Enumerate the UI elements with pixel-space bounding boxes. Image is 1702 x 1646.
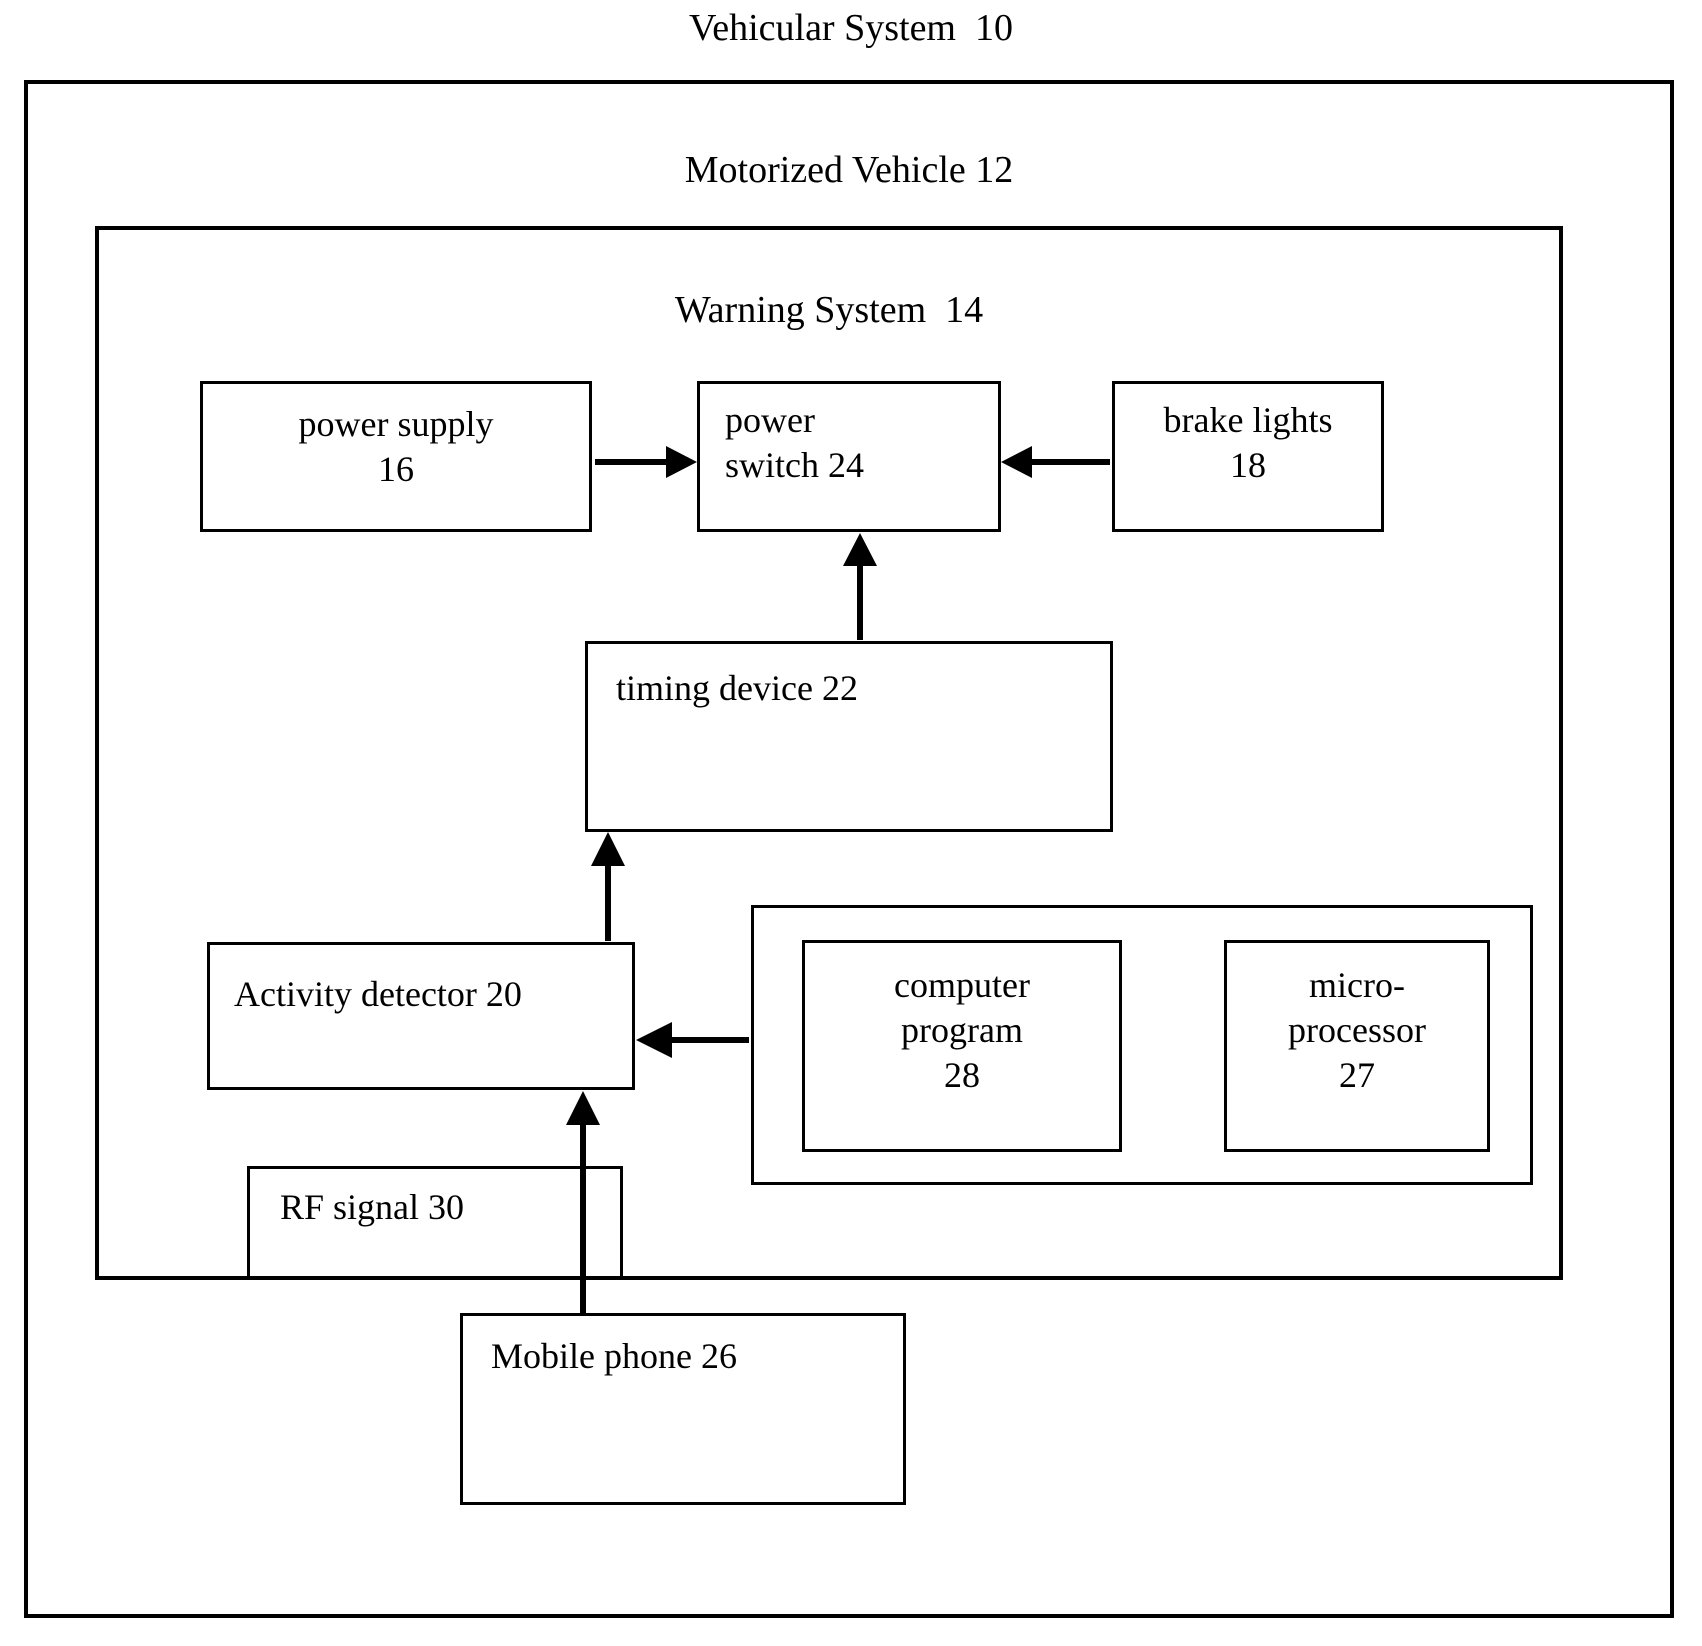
motorized-vehicle-label: Motorized Vehicle 12 [684, 149, 1014, 191]
power-supply-label: power supply 16 [298, 404, 494, 489]
timing-device-box[interactable]: timing device 22 [585, 641, 1113, 832]
power-switch-label: power switch 24 [725, 400, 864, 485]
mobile-phone-label: Mobile phone 26 [491, 1336, 737, 1376]
timing-device-label: timing device 22 [616, 668, 858, 708]
rf-signal-label: RF signal 30 [280, 1187, 465, 1227]
power-supply-box[interactable]: power supply 16 [200, 381, 592, 532]
brake-lights-box[interactable]: brake lights 18 [1112, 381, 1384, 532]
patent-figure: Vehicular System 10 Motorized Vehicle 12… [0, 0, 1702, 1646]
brake-lights-label: brake lights 18 [1163, 400, 1333, 485]
microprocessor-label: micro- processor 27 [1288, 965, 1426, 1095]
mobile-phone-box[interactable]: Mobile phone 26 [460, 1313, 906, 1505]
power-switch-box[interactable]: power switch 24 [697, 381, 1001, 532]
rf-signal-box[interactable]: RF signal 30 [247, 1166, 623, 1279]
figure-title: Vehicular System 10 [688, 7, 1013, 49]
activity-detector-label: Activity detector 20 [234, 974, 522, 1014]
activity-detector-box[interactable]: Activity detector 20 [207, 942, 635, 1090]
computer-program-box[interactable]: computer program 28 [802, 940, 1122, 1152]
microprocessor-box[interactable]: micro- processor 27 [1224, 940, 1490, 1152]
computer-program-label: computer program 28 [894, 965, 1030, 1095]
warning-system-label: Warning System 14 [674, 289, 984, 331]
